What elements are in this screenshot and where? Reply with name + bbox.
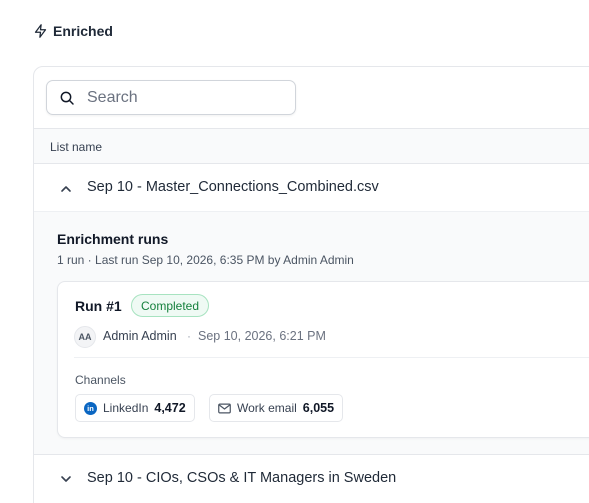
- run-card: Run #1 Completed AA Admin Admin · Sep 10…: [57, 281, 589, 438]
- lists-card: List name Sep 10 - Master_Connections_Co…: [33, 66, 589, 503]
- run-date: Sep 10, 2026, 6:21 PM: [198, 329, 326, 343]
- channel-chip-linkedin: in LinkedIn 4,472: [75, 394, 195, 422]
- list-name[interactable]: Sep 10 - CIOs, CSOs & IT Managers in Swe…: [87, 470, 396, 486]
- channel-name: LinkedIn: [103, 401, 149, 415]
- status-badge: Completed: [131, 294, 210, 317]
- enrichment-panel: Enrichment runs 1 run · Last run Sep 10,…: [34, 212, 589, 454]
- search-input[interactable]: [87, 87, 287, 109]
- column-list-name: List name: [50, 140, 103, 154]
- mail-icon: [218, 403, 231, 413]
- enrichment-runs-title: Enrichment runs: [57, 231, 169, 247]
- enrichment-runs-summary: 1 run · Last run Sep 10, 2026, 6:35 PM b…: [57, 253, 354, 267]
- search-icon: [60, 91, 74, 105]
- list-name[interactable]: Sep 10 - Master_Connections_Combined.csv: [87, 179, 379, 195]
- channel-chip-work-email: Work email 6,055: [209, 394, 344, 422]
- run-title: Run #1: [75, 298, 122, 314]
- table-column-header: List name: [34, 128, 589, 164]
- divider: [74, 357, 589, 358]
- channels-label: Channels: [75, 373, 126, 387]
- chevron-up-icon[interactable]: [60, 183, 72, 195]
- channel-count: 4,472: [154, 401, 186, 415]
- linkedin-icon: in: [84, 401, 97, 415]
- channel-name: Work email: [237, 401, 297, 415]
- list-row-collapsed[interactable]: Sep 10 - CIOs, CSOs & IT Managers in Swe…: [34, 454, 589, 502]
- bolt-icon: [34, 24, 47, 38]
- page-title: Enriched: [53, 23, 113, 39]
- channel-count: 6,055: [302, 401, 335, 415]
- avatar: AA: [74, 326, 96, 348]
- run-user: Admin Admin: [103, 329, 177, 343]
- list-row-expanded[interactable]: Sep 10 - Master_Connections_Combined.csv: [34, 164, 589, 212]
- chevron-down-icon[interactable]: [60, 473, 72, 485]
- page-header: Enriched: [33, 23, 113, 39]
- separator-dot: ·: [187, 329, 191, 343]
- search-box[interactable]: [46, 80, 296, 115]
